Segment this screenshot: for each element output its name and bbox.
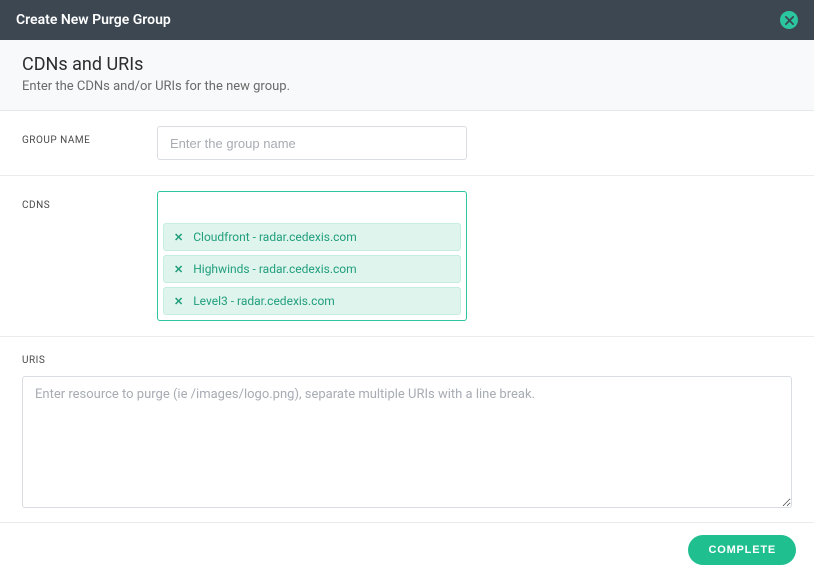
group-name-label: GROUP NAME: [22, 126, 157, 146]
uris-row: URIS: [0, 336, 814, 522]
group-name-input[interactable]: [157, 126, 467, 160]
section-title: CDNs and URIs: [22, 54, 792, 75]
cdns-multiselect[interactable]: ✕ Cloudfront - radar.cedexis.com ✕ Highw…: [157, 191, 467, 321]
remove-tag-icon[interactable]: ✕: [174, 263, 183, 276]
x-icon: [785, 16, 794, 25]
cdns-input[interactable]: [163, 197, 461, 219]
form-area: GROUP NAME CDNS ✕ Cloudfront - radar.ced…: [0, 111, 814, 522]
modal-header: Create New Purge Group: [0, 0, 814, 40]
uris-label: URIS: [22, 355, 792, 366]
cdn-tag: ✕ Level3 - radar.cedexis.com: [163, 287, 461, 315]
remove-tag-icon[interactable]: ✕: [174, 231, 183, 244]
cdn-tag-label: Highwinds - radar.cedexis.com: [193, 262, 356, 276]
modal-title: Create New Purge Group: [16, 12, 171, 28]
uris-textarea[interactable]: [22, 376, 792, 508]
modal-footer: COMPLETE: [0, 522, 814, 577]
close-icon[interactable]: [780, 11, 798, 29]
cdn-tag: ✕ Cloudfront - radar.cedexis.com: [163, 223, 461, 251]
cdn-tag-label: Level3 - radar.cedexis.com: [193, 294, 335, 308]
section-header: CDNs and URIs Enter the CDNs and/or URIs…: [0, 40, 814, 111]
cdn-tag: ✕ Highwinds - radar.cedexis.com: [163, 255, 461, 283]
complete-button[interactable]: COMPLETE: [688, 535, 796, 565]
cdns-label: CDNS: [22, 191, 157, 211]
remove-tag-icon[interactable]: ✕: [174, 295, 183, 308]
section-subtitle: Enter the CDNs and/or URIs for the new g…: [22, 79, 792, 94]
cdns-row: CDNS ✕ Cloudfront - radar.cedexis.com ✕ …: [0, 176, 814, 336]
group-name-row: GROUP NAME: [0, 111, 814, 176]
cdn-tag-label: Cloudfront - radar.cedexis.com: [193, 230, 357, 244]
